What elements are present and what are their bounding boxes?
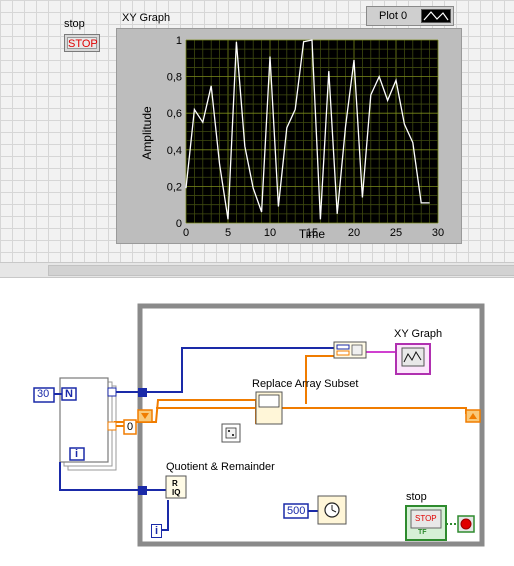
xy-graph: 0 5 10 15 20 25 30 0 0,2 0,4 0,6 0,8 1 Amplitude Tim… [116, 28, 462, 244]
auto-index-tunnel [107, 387, 117, 397]
xy-graph-terminal-label: XY Graph [394, 328, 443, 340]
constant-zero-label: 0 [127, 421, 134, 433]
plot-legend[interactable]: Plot 0 [366, 6, 454, 26]
stop-button[interactable]: STOP [64, 34, 100, 52]
quotient-node-text: R IQ [172, 479, 181, 497]
dice-pip-2 [232, 434, 234, 436]
loop-count-value: 30 [37, 388, 50, 400]
bundle-input-bottom [336, 350, 350, 356]
stop-terminal-text: STOP [415, 514, 437, 523]
stop-button-text: STOP [67, 37, 98, 50]
tunnel-blue-bottom [138, 486, 147, 495]
bundle-icon [351, 344, 363, 356]
replace-array-subset-label: Replace Array Subset [252, 378, 359, 390]
tunnel-blue-top [138, 388, 147, 397]
quotient-remainder-label: Quotient & Remainder [166, 461, 275, 473]
x-tick-label: 0 [183, 227, 189, 239]
y-tick-label: 1 [176, 35, 182, 47]
dice-pip-1 [228, 430, 230, 432]
quotient-iteration-terminal[interactable]: i [151, 524, 163, 538]
wire-pink-to-graph [366, 351, 397, 358]
y-tick-label: 0,8 [167, 72, 182, 84]
y-tick-label: 0,2 [167, 181, 182, 193]
stop-condition-icon [460, 518, 472, 530]
plot-legend-swatch-icon[interactable] [421, 9, 451, 23]
dice-icon [225, 427, 237, 439]
y-tick-label: 0 [176, 218, 182, 230]
stop-terminal-type: TF [418, 529, 427, 536]
shift-register-left-inner [107, 421, 117, 431]
graph-label: XY Graph [122, 12, 171, 24]
plot-legend-label: Plot 0 [379, 10, 408, 22]
block-diagram: 30 N i 0 Replace Array Subset Quotient &… [0, 276, 514, 566]
x-tick-label: 5 [225, 227, 231, 239]
iteration-terminal-label: i [75, 448, 79, 460]
y-axis-label: Amplitude [140, 106, 154, 160]
stop-terminal-label: stop [406, 491, 427, 503]
xy-graph-svg: 0 5 10 15 20 25 3000,20,40,60,81 Amplitude Tim… [140, 35, 444, 241]
replace-array-icon [258, 394, 280, 408]
x-tick-label: 10 [264, 227, 276, 239]
front-panel: stop STOP XY Graph Plot 0 0 5 10 15 20 25 30 0 0… [0, 0, 514, 262]
wire-orange-to-replace [114, 399, 256, 423]
block-diagram-svg [33, 303, 485, 547]
x-axis-label: Time [299, 227, 326, 241]
stop-label: stop [64, 18, 85, 30]
count-terminal-label: N [65, 388, 73, 400]
scrollbar-thumb[interactable] [48, 265, 514, 276]
bundle-input-top [336, 344, 350, 350]
x-tick-label: 25 [390, 227, 402, 239]
wire-orange-shift [156, 407, 467, 414]
y-tick-label: 0,4 [167, 145, 182, 157]
wait-ms-value: 500 [287, 505, 306, 517]
y-tick-label: 0,6 [167, 108, 182, 120]
x-tick-label: 30 [432, 227, 444, 239]
x-tick-label: 20 [348, 227, 360, 239]
